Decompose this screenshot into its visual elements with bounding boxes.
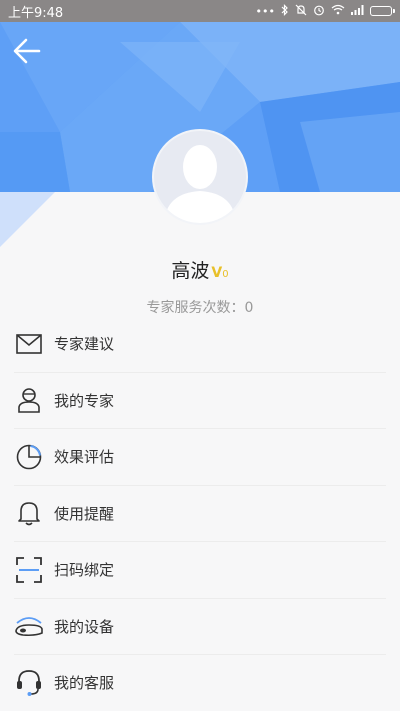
service-count-label: 专家服务次数: [146, 300, 231, 316]
menu-item-label: 扫码绑定: [54, 561, 115, 580]
user-name-row: 高波 V0: [0, 256, 400, 283]
menu-item-label: 我的专家: [54, 391, 115, 410]
avatar[interactable]: [152, 129, 248, 225]
battery-icon: [370, 6, 395, 16]
menu-item-label: 专家建议: [54, 335, 115, 354]
service-count-separator: ：: [230, 300, 245, 316]
vip-badge-icon: V: [211, 265, 223, 281]
menu-item-customer-service[interactable]: 我的客服: [14, 655, 386, 711]
service-count-value: 0: [244, 300, 254, 316]
headset-icon: [14, 668, 44, 698]
menu-item-usage-reminder[interactable]: 使用提醒: [14, 486, 386, 542]
status-icons: •••: [255, 3, 395, 19]
status-bar: 上午9:48 •••: [0, 0, 400, 22]
menu-item-scan-bind[interactable]: 扫码绑定: [14, 542, 386, 599]
default-user-icon: [164, 145, 236, 223]
mute-icon: [295, 4, 307, 19]
signal-icon: [351, 4, 364, 18]
menu-item-label: 效果评估: [54, 448, 115, 467]
back-button[interactable]: [12, 36, 42, 66]
profile-menu: 专家建议 我的专家 效果评估 使用提醒 扫码绑定 我的设备 我的客服: [0, 316, 400, 711]
bell-icon: [14, 498, 44, 528]
status-time: 上午9:48: [8, 5, 64, 21]
more-dots-icon: •••: [255, 4, 275, 18]
user-name: 高波: [171, 260, 210, 282]
vip-level: 0: [222, 269, 229, 280]
service-count: 专家服务次数：0: [0, 297, 400, 317]
scan-icon: [14, 555, 44, 585]
arrow-left-icon: [13, 38, 41, 64]
menu-item-label: 我的客服: [54, 674, 115, 693]
device-icon: [14, 611, 44, 641]
menu-item-my-expert[interactable]: 我的专家: [14, 373, 386, 429]
menu-item-my-device[interactable]: 我的设备: [14, 599, 386, 655]
expert-icon: [14, 385, 44, 415]
alarm-icon: [313, 4, 325, 19]
pie-chart-icon: [14, 442, 44, 472]
bluetooth-icon: [281, 3, 289, 19]
envelope-icon: [14, 329, 44, 359]
menu-item-label: 我的设备: [54, 617, 115, 636]
menu-item-effect-evaluation[interactable]: 效果评估: [14, 429, 386, 486]
menu-item-label: 使用提醒: [54, 504, 115, 523]
wifi-icon: [331, 4, 345, 18]
menu-item-expert-advice[interactable]: 专家建议: [14, 316, 386, 373]
header-corner-fold: [0, 192, 55, 247]
